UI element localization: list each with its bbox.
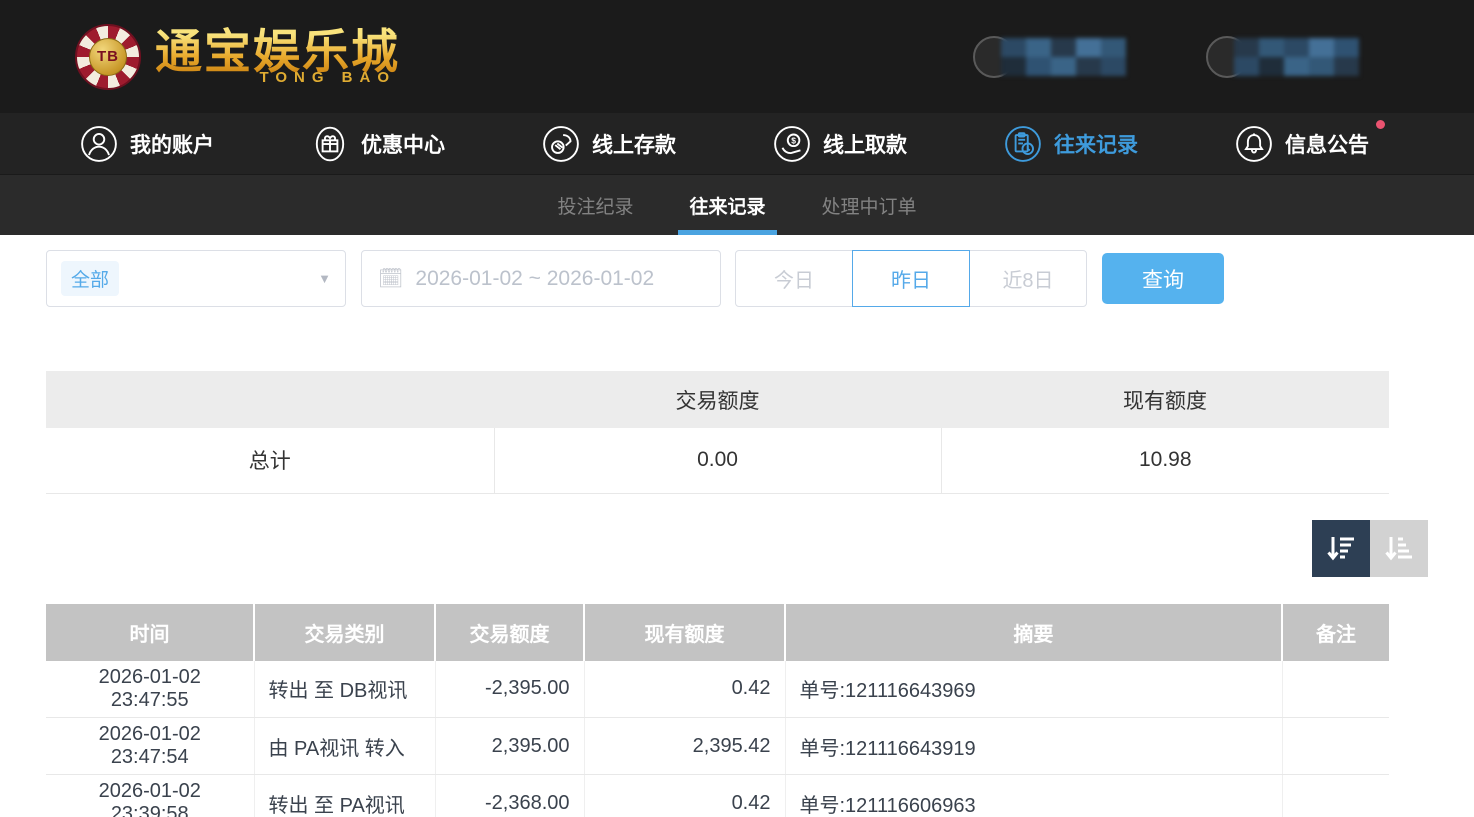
cell-time: 2026-01-02 23:47:55 [46, 661, 254, 718]
content: 全部 ▼ 🗓 2026-01-02 ~ 2026-01-02 今日 昨日 近8日… [0, 235, 1474, 817]
redacted-balance-text [1001, 38, 1126, 76]
cell-summary: 单号:121116643969 [785, 661, 1282, 718]
nav-item-label: 信息公告 [1285, 129, 1369, 159]
cell-summary: 单号:121116606963 [785, 775, 1282, 817]
table-row: 2026-01-02 23:39:58 转出 至 PA视讯 -2,368.00 … [46, 775, 1389, 817]
filter-row: 全部 ▼ 🗓 2026-01-02 ~ 2026-01-02 今日 昨日 近8日… [46, 250, 1428, 307]
cell-note [1282, 718, 1389, 775]
brand-logo[interactable]: TB 通宝娱乐城 TONG BAO [75, 24, 400, 90]
tab-label: 处理中订单 [822, 192, 917, 219]
search-button[interactable]: 查询 [1102, 253, 1224, 304]
cell-time: 2026-01-02 23:47:54 [46, 718, 254, 775]
summary-transaction-amount-value: 0.00 [494, 428, 941, 493]
deposit-icon [542, 125, 580, 163]
type-select-value: 全部 [61, 261, 119, 296]
page: TB 通宝娱乐城 TONG BAO [0, 0, 1474, 817]
tab-processing-orders[interactable]: 处理中订单 [816, 175, 923, 235]
cell-time: 2026-01-02 23:39:58 [46, 775, 254, 817]
nav-item-label: 线上存款 [592, 129, 676, 159]
gift-icon [311, 125, 349, 163]
nav-item-label: 往来记录 [1054, 129, 1138, 159]
nav-item-announcements[interactable]: 信息公告 [1235, 125, 1369, 163]
sort-ascending-button[interactable] [1370, 520, 1428, 577]
nav-item-transaction-records[interactable]: 往来记录 [1004, 125, 1138, 163]
cell-note [1282, 661, 1389, 718]
cell-type: 转出 至 DB视讯 [254, 661, 435, 718]
summary-header-transaction-amount: 交易额度 [494, 371, 941, 428]
cell-note [1282, 775, 1389, 817]
summary-header-current-balance: 现有额度 [941, 371, 1389, 428]
cell-balance: 2,395.42 [584, 718, 785, 775]
summary-total-row: 总计 0.00 10.98 [46, 428, 1389, 493]
withdraw-icon: $ [773, 125, 811, 163]
last-8-days-button[interactable]: 近8日 [969, 250, 1087, 307]
table-row: 2026-01-02 23:47:55 转出 至 DB视讯 -2,395.00 … [46, 661, 1389, 718]
tab-betting-records[interactable]: 投注纪录 [551, 175, 639, 235]
header-type: 交易类别 [254, 604, 435, 661]
summary-table: 交易额度 现有额度 总计 0.00 10.98 [46, 371, 1389, 494]
redacted-username-text [1234, 38, 1359, 76]
quick-btn-label: 近8日 [1002, 264, 1053, 293]
username-redacted [1206, 34, 1359, 80]
records-table: 时间 交易类别 交易额度 现有额度 摘要 备注 2026-01-02 23:47… [46, 604, 1389, 817]
today-button[interactable]: 今日 [735, 250, 853, 307]
svg-text:$: $ [791, 135, 796, 145]
header-amount: 交易额度 [435, 604, 584, 661]
header-balance: 现有额度 [584, 604, 785, 661]
cell-balance: 0.42 [584, 661, 785, 718]
calendar-icon: 🗓 [378, 269, 403, 289]
sort-descending-button[interactable] [1312, 520, 1370, 577]
user-balance-redacted [973, 34, 1126, 80]
nav-item-label: 我的账户 [130, 129, 214, 159]
chevron-down-icon: ▼ [318, 271, 331, 286]
sub-tabs: 投注纪录 往来记录 处理中订单 [0, 175, 1474, 235]
table-row: 2026-01-02 23:47:54 由 PA视讯 转入 2,395.00 2… [46, 718, 1389, 775]
tab-transaction-records[interactable]: 往来记录 [683, 175, 771, 235]
header-time: 时间 [46, 604, 254, 661]
tab-label: 往来记录 [689, 192, 765, 219]
quick-date-group: 今日 昨日 近8日 [735, 250, 1087, 307]
top-header: TB 通宝娱乐城 TONG BAO [0, 0, 1474, 113]
quick-btn-label: 昨日 [891, 264, 931, 293]
sort-row [46, 520, 1428, 577]
sort-ascending-icon [1382, 531, 1416, 565]
chip-tb-label: TB [89, 38, 127, 76]
tab-label: 投注纪录 [557, 192, 633, 219]
main-nav: 我的账户 优惠中心 线上存款 $ [0, 113, 1474, 175]
brand-name-en: TONG BAO [259, 69, 396, 86]
cell-amount: -2,395.00 [435, 661, 584, 718]
nav-item-withdrawal[interactable]: $ 线上取款 [773, 125, 907, 163]
header-summary: 摘要 [785, 604, 1282, 661]
date-range-input[interactable]: 🗓 2026-01-02 ~ 2026-01-02 [361, 250, 721, 307]
quick-btn-label: 今日 [774, 264, 814, 293]
cell-summary: 单号:121116643919 [785, 718, 1282, 775]
summary-current-balance-value: 10.98 [941, 428, 1389, 493]
user-area [973, 34, 1414, 80]
cell-amount: -2,368.00 [435, 775, 584, 817]
nav-item-deposit[interactable]: 线上存款 [542, 125, 676, 163]
summary-header-empty [46, 371, 494, 428]
nav-item-label: 线上取款 [823, 129, 907, 159]
header-note: 备注 [1282, 604, 1389, 661]
type-select[interactable]: 全部 ▼ [46, 250, 346, 307]
summary-total-label: 总计 [46, 428, 494, 493]
nav-item-my-account[interactable]: 我的账户 [80, 125, 214, 163]
summary-header-row: 交易额度 现有额度 [46, 371, 1389, 428]
cell-type: 转出 至 PA视讯 [254, 775, 435, 817]
user-icon [80, 125, 118, 163]
records-header-row: 时间 交易类别 交易额度 现有额度 摘要 备注 [46, 604, 1389, 661]
cell-balance: 0.42 [584, 775, 785, 817]
records-icon [1004, 125, 1042, 163]
cell-amount: 2,395.00 [435, 718, 584, 775]
yesterday-button[interactable]: 昨日 [852, 250, 970, 307]
date-range-value: 2026-01-02 ~ 2026-01-02 [415, 267, 654, 291]
bell-icon [1235, 125, 1273, 163]
nav-item-label: 优惠中心 [361, 129, 445, 159]
brand-text: 通宝娱乐城 TONG BAO [155, 27, 400, 85]
poker-chip-icon: TB [75, 24, 141, 90]
notification-dot [1376, 120, 1385, 129]
sort-descending-icon [1324, 531, 1358, 565]
cell-type: 由 PA视讯 转入 [254, 718, 435, 775]
nav-item-promotions[interactable]: 优惠中心 [311, 125, 445, 163]
